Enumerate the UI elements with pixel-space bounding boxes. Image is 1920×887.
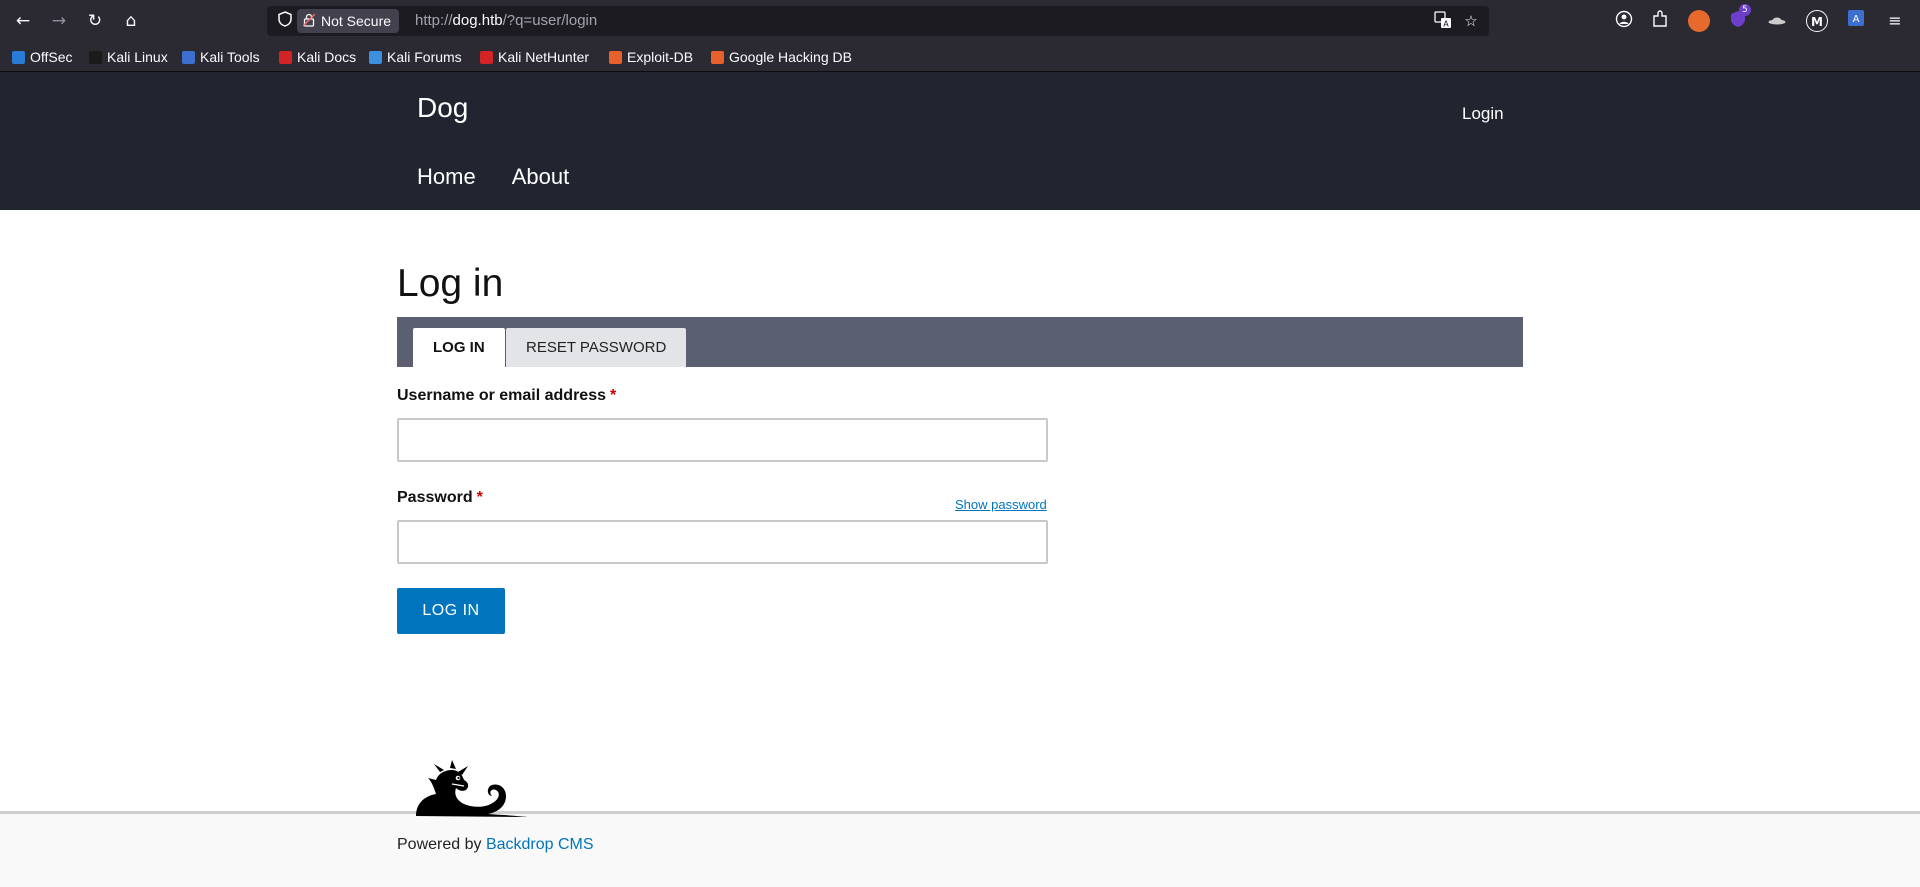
firefox-extension-icon[interactable] <box>1688 10 1710 32</box>
required-marker: * <box>610 387 617 404</box>
tab-reset-password[interactable]: RESET PASSWORD <box>506 328 687 367</box>
bookmark-label: Kali Forums <box>387 49 462 65</box>
site-name-link[interactable]: Dog <box>417 92 468 124</box>
fedora-hat-icon[interactable] <box>1766 10 1788 32</box>
backdrop-dragon-logo-icon <box>414 760 530 818</box>
bookmarks-bar: OffSec Kali Linux Kali Tools Kali Docs K… <box>0 42 1920 72</box>
forward-icon[interactable]: → <box>46 8 72 34</box>
powered-by: Powered by Backdrop CMS <box>397 836 594 854</box>
url-host: dog.htb <box>452 12 503 29</box>
account-icon[interactable] <box>1613 10 1635 32</box>
svg-text:A: A <box>1443 20 1449 29</box>
offsec-icon <box>12 51 25 64</box>
kali-dragon-icon <box>89 51 102 64</box>
header-login-link[interactable]: Login <box>1462 104 1504 124</box>
bookmark-label: Exploit-DB <box>627 49 694 65</box>
username-input[interactable] <box>397 418 1048 462</box>
main-menu: Home About <box>417 164 605 190</box>
bookmark-label: Kali Linux <box>107 49 168 65</box>
password-label-text: Password <box>397 489 473 506</box>
bookmark-kali-docs[interactable]: Kali Docs <box>279 46 356 68</box>
url-prefix: http:// <box>415 12 453 29</box>
bookmark-kali-forums[interactable]: Kali Forums <box>369 46 462 68</box>
ghdb-icon <box>711 51 724 64</box>
show-password-link[interactable]: Show password <box>955 497 1047 512</box>
translate-extension-icon[interactable]: A <box>1845 10 1867 32</box>
bookmark-label: Kali Tools <box>200 49 260 65</box>
bookmark-star-icon[interactable]: ☆ <box>1461 11 1481 31</box>
bookmark-kali-tools[interactable]: Kali Tools <box>182 46 260 68</box>
extensions-icon[interactable] <box>1649 10 1671 32</box>
m-extension-icon[interactable]: M <box>1806 10 1828 32</box>
bookmark-kali-nethunter[interactable]: Kali NetHunter <box>480 46 589 68</box>
hamburger-menu-icon[interactable]: ≡ <box>1884 10 1906 32</box>
bookmark-exploit-db[interactable]: Exploit-DB <box>609 46 693 68</box>
bookmark-label: Kali Docs <box>297 49 357 65</box>
bookmark-google-hacking-db[interactable]: Google Hacking DB <box>711 46 852 68</box>
username-label: Username or email address * <box>397 387 616 405</box>
log-in-button[interactable]: LOG IN <box>397 588 505 634</box>
extension-badge: 5 <box>1739 4 1751 16</box>
svg-text:A: A <box>1853 14 1860 25</box>
username-label-text: Username or email address <box>397 387 606 404</box>
kali-docs-icon <box>279 51 292 64</box>
bookmark-kali-linux[interactable]: Kali Linux <box>89 46 168 68</box>
password-label: Password * <box>397 489 483 507</box>
reload-icon[interactable]: ↻ <box>82 8 108 34</box>
back-icon[interactable]: ← <box>10 8 36 34</box>
insecure-lock-icon <box>302 9 316 33</box>
site-header: Dog Login Home About <box>0 72 1920 210</box>
not-secure-badge[interactable]: Not Secure <box>297 9 400 33</box>
security-label: Not Secure <box>321 13 392 29</box>
tab-log-in[interactable]: LOG IN <box>413 328 505 367</box>
url-text[interactable]: http://dog.htb/?q=user/login <box>415 6 597 36</box>
password-input[interactable] <box>397 520 1048 564</box>
bookmark-label: Kali NetHunter <box>498 49 590 65</box>
translate-icon[interactable]: A <box>1433 11 1453 31</box>
backdrop-cms-link[interactable]: Backdrop CMS <box>486 836 594 853</box>
address-bar[interactable]: Not Secure http://dog.htb/?q=user/login … <box>267 6 1489 36</box>
home-icon[interactable]: ⌂ <box>118 8 144 34</box>
bookmark-label: OffSec <box>30 49 73 65</box>
ublock-extension-icon[interactable]: 5 <box>1727 4 1751 32</box>
page-title: Log in <box>397 262 504 305</box>
bookmark-offsec[interactable]: OffSec <box>12 46 73 68</box>
menu-item-about[interactable]: About <box>512 164 570 190</box>
kali-tools-icon <box>182 51 195 64</box>
menu-item-home[interactable]: Home <box>417 164 476 190</box>
kali-forums-icon <box>369 51 382 64</box>
powered-by-text: Powered by <box>397 836 482 853</box>
kali-nethunter-icon <box>480 51 493 64</box>
browser-toolbar: ← → ↻ ⌂ Not Secure http://dog.htb/?q=use… <box>0 0 1920 42</box>
footer <box>0 814 1920 887</box>
bookmark-label: Google Hacking DB <box>729 49 852 65</box>
tabs-bar: LOG IN RESET PASSWORD <box>397 317 1523 367</box>
exploit-db-icon <box>609 51 622 64</box>
tracking-shield-icon[interactable] <box>275 11 295 31</box>
required-marker: * <box>476 489 483 506</box>
url-path: /?q=user/login <box>502 12 598 29</box>
